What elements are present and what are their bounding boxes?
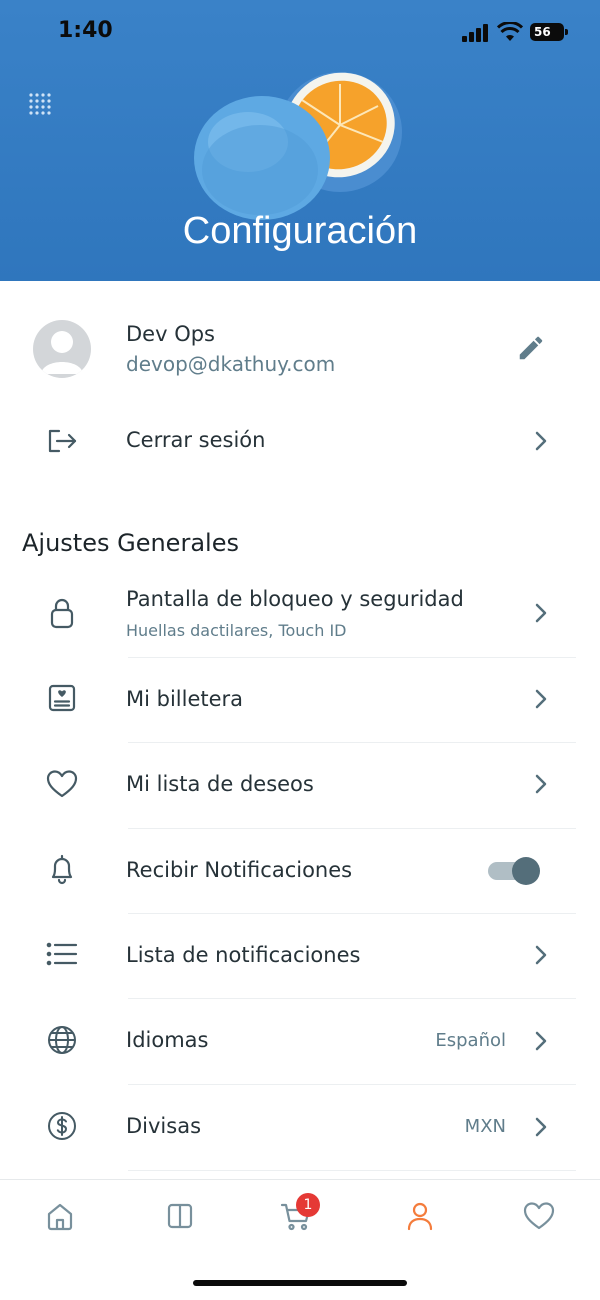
dollar-circle-icon	[48, 1112, 76, 1140]
chevron-right-icon	[535, 603, 547, 623]
globe-icon	[48, 1026, 76, 1054]
chevron-right-icon	[535, 774, 547, 794]
toggle-knob	[512, 857, 540, 885]
chevron-right-icon	[535, 689, 547, 709]
lock-label: Pantalla de bloqueo y seguridad	[126, 587, 464, 611]
section-title: Ajustes Generales	[22, 529, 239, 557]
cellular-signal-icon	[462, 24, 490, 42]
avatar[interactable]	[33, 320, 91, 378]
orange-illustration	[194, 72, 402, 220]
settings-item-wishlist[interactable]: Mi lista de deseos	[0, 743, 600, 829]
currencies-value: MXN	[464, 1116, 506, 1137]
settings-item-lock[interactable]: Pantalla de bloqueo y seguridad Huellas …	[0, 585, 600, 658]
heart-icon[interactable]	[521, 1198, 557, 1234]
settings-item-notification-list[interactable]: Lista de notificaciones	[0, 914, 600, 999]
notifications-label: Recibir Notificaciones	[126, 858, 353, 882]
logout-icon	[48, 429, 77, 453]
logout-label: Cerrar sesión	[126, 428, 266, 452]
header-banner: 1:40 56 Configuración	[0, 0, 600, 281]
lock-subtitle: Huellas dactilares, Touch ID	[126, 621, 347, 640]
home-indicator	[193, 1280, 407, 1286]
pencil-icon[interactable]	[516, 333, 546, 363]
status-bar: 1:40 56	[0, 0, 600, 64]
chevron-right-icon	[535, 431, 547, 451]
panels-icon[interactable]	[162, 1198, 198, 1234]
wallet-label: Mi billetera	[126, 687, 244, 711]
bell-icon	[51, 854, 73, 885]
settings-item-currencies[interactable]: Divisas MXN	[0, 1085, 600, 1171]
chevron-right-icon	[535, 1117, 547, 1137]
logout-row[interactable]: Cerrar sesión	[0, 418, 600, 464]
profile-name: Dev Ops	[126, 322, 215, 346]
notifications-toggle[interactable]	[488, 856, 542, 886]
dots-grid-icon[interactable]	[26, 90, 54, 118]
wallet-icon	[48, 684, 76, 712]
home-icon[interactable]	[42, 1198, 78, 1234]
currencies-label: Divisas	[126, 1114, 202, 1138]
languages-value: Español	[435, 1030, 506, 1051]
wishlist-label: Mi lista de deseos	[126, 772, 314, 796]
wifi-icon	[497, 22, 523, 41]
lock-icon	[50, 598, 74, 629]
user-icon[interactable]	[402, 1198, 438, 1234]
divider	[128, 1170, 576, 1171]
notification-list-label: Lista de notificaciones	[126, 943, 361, 967]
chevron-right-icon	[535, 945, 547, 965]
cart-badge: 1	[296, 1193, 320, 1217]
languages-label: Idiomas	[126, 1028, 209, 1052]
settings-item-languages[interactable]: Idiomas Español	[0, 999, 600, 1085]
page-title: Configuración	[182, 210, 418, 252]
list-icon	[46, 942, 78, 966]
user-placeholder-icon	[41, 331, 83, 374]
status-time: 1:40	[58, 18, 113, 43]
battery-icon: 56	[530, 23, 568, 41]
chevron-right-icon	[535, 1031, 547, 1051]
profile-email: devop@dkathuy.com	[126, 352, 336, 376]
settings-item-wallet[interactable]: Mi billetera	[0, 658, 600, 743]
heart-icon	[46, 770, 78, 798]
